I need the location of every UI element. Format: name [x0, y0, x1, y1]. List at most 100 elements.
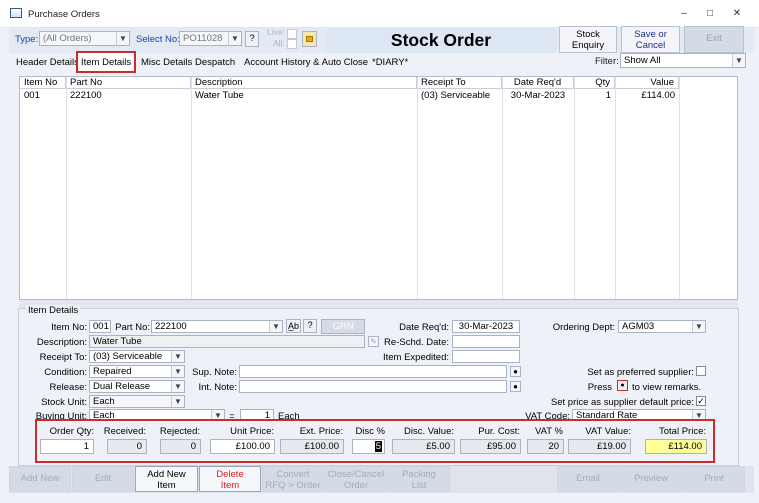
- packing-list-button[interactable]: Packing List: [388, 466, 450, 492]
- tab-item-details[interactable]: Item Details: [76, 51, 137, 73]
- sup-note-field[interactable]: [239, 365, 507, 378]
- tab-diary[interactable]: *DIARY*: [369, 54, 411, 72]
- tab-header-details[interactable]: Header Details: [13, 54, 82, 72]
- restore-icon[interactable]: □: [702, 7, 718, 21]
- ab-button[interactable]: A̲b: [286, 319, 301, 333]
- select-no-select[interactable]: PO11028 ▼: [179, 31, 242, 46]
- preview-button[interactable]: Preview: [620, 466, 682, 492]
- items-grid[interactable]: Item No Part No Description Receipt To D…: [19, 76, 738, 300]
- chevron-down-icon: ▼: [171, 351, 184, 362]
- reschd-date-field[interactable]: [452, 335, 520, 348]
- receipt-to-value: (03) Serviceable: [93, 351, 163, 362]
- stock-unit-select[interactable]: Each ▼: [89, 395, 185, 408]
- receipt-to-select[interactable]: (03) Serviceable ▼: [89, 350, 185, 363]
- pur-cost-label: Pur. Cost:: [478, 426, 520, 437]
- item-expedited-field[interactable]: [452, 350, 520, 363]
- unit-price-field[interactable]: £100.00: [210, 439, 275, 454]
- received-label: Received:: [103, 426, 146, 437]
- col-value[interactable]: Value: [615, 77, 679, 89]
- description-field[interactable]: Water Tube: [89, 335, 365, 348]
- filter-value: Show All: [624, 55, 661, 66]
- col-date-reqd[interactable]: Date Req'd: [502, 77, 574, 89]
- cell-description[interactable]: Water Tube: [191, 90, 417, 102]
- ext-price-label: Ext. Price:: [299, 426, 343, 437]
- item-no-field[interactable]: 001: [89, 320, 111, 333]
- convert-label-2: RFQ > Order: [265, 480, 321, 491]
- select-no-label: Select No:: [136, 34, 180, 45]
- disc-pct-field[interactable]: 5: [352, 439, 385, 454]
- date-reqd-field[interactable]: 30-Mar-2023: [452, 320, 520, 333]
- delete-item-button[interactable]: Delete Item: [199, 466, 261, 492]
- edit-button[interactable]: Edit: [72, 466, 134, 492]
- window-title: Purchase Orders: [28, 9, 100, 20]
- delete-item-label-1: Delete: [216, 469, 244, 480]
- pur-cost-field: £95.00: [460, 439, 521, 454]
- vat-pct-field: 20: [527, 439, 564, 454]
- filter-select[interactable]: Show All ▼: [620, 53, 746, 68]
- int-note-expand-icon[interactable]: ●: [510, 381, 521, 392]
- view-remarks-label: to view remarks.: [632, 382, 702, 393]
- save-or-cancel-button[interactable]: Save or Cancel: [621, 26, 680, 53]
- minimize-icon[interactable]: –: [676, 7, 692, 21]
- chevron-down-icon: ▼: [171, 366, 184, 377]
- tab-account-history[interactable]: Account History & Auto Close: [241, 54, 371, 72]
- exit-button[interactable]: Exit: [684, 26, 744, 53]
- col-description[interactable]: Description: [191, 77, 417, 89]
- add-new-item-button[interactable]: Add New Item: [135, 466, 198, 492]
- close-icon[interactable]: ✕: [729, 7, 745, 21]
- release-value: Dual Release: [93, 381, 151, 392]
- grid-divider: [502, 77, 503, 299]
- col-part-no[interactable]: Part No: [66, 77, 191, 89]
- col-qty[interactable]: Qty: [574, 77, 615, 89]
- grid-footer-bar: [19, 300, 738, 308]
- convert-rfq-button[interactable]: Convert RFQ > Order: [262, 466, 324, 492]
- grid-divider: [66, 77, 67, 299]
- col-item-no[interactable]: Item No: [20, 77, 66, 89]
- live-label: Live:: [267, 27, 285, 37]
- part-help-button[interactable]: ?: [303, 319, 317, 333]
- ordering-dept-select[interactable]: AGM03 ▼: [618, 320, 706, 333]
- preferred-supplier-checkbox[interactable]: [696, 366, 706, 376]
- chevron-down-icon: ▼: [171, 396, 184, 407]
- close-cancel-order-button[interactable]: Close/Cancel Order: [325, 466, 387, 492]
- cell-qty[interactable]: 1: [574, 90, 615, 102]
- cell-part-no[interactable]: 222100: [66, 90, 191, 102]
- print-button[interactable]: Print: [683, 466, 745, 492]
- email-button[interactable]: Email: [557, 466, 619, 492]
- sup-note-expand-icon[interactable]: ●: [510, 366, 521, 377]
- save-cancel-label-1: Save or: [634, 29, 667, 40]
- grn-button[interactable]: GRN: [321, 319, 365, 334]
- part-no-select[interactable]: 222100 ▼: [151, 320, 283, 333]
- total-price-label: Total Price:: [659, 426, 706, 437]
- int-note-field[interactable]: [239, 380, 507, 393]
- cell-value[interactable]: £114.00: [615, 90, 679, 102]
- order-qty-field[interactable]: 1: [40, 439, 94, 454]
- type-select[interactable]: (All Orders) ▼: [39, 31, 130, 46]
- page-title: Stock Order: [390, 30, 492, 50]
- tab-misc-details[interactable]: Misc Details: [138, 54, 195, 72]
- grid-divider: [679, 77, 680, 299]
- add-new-button[interactable]: Add New: [9, 466, 71, 492]
- receipt-to-label: Receipt To:: [39, 352, 87, 363]
- live-checkbox[interactable]: [287, 29, 297, 39]
- release-select[interactable]: Dual Release ▼: [89, 380, 185, 393]
- tab-despatch[interactable]: Despatch: [192, 54, 238, 72]
- edit-icon[interactable]: ✎: [368, 336, 379, 347]
- col-receipt-to[interactable]: Receipt To: [417, 77, 502, 89]
- remarks-button[interactable]: ●: [617, 380, 628, 391]
- item-no-label: Item No:: [51, 322, 87, 333]
- cell-date-reqd[interactable]: 30-Mar-2023: [502, 90, 574, 102]
- cell-item-no[interactable]: 001: [20, 90, 66, 102]
- stock-enquiry-label-1: Stock: [576, 29, 600, 40]
- int-note-label: Int. Note:: [198, 382, 237, 393]
- stock-enquiry-button[interactable]: Stock Enquiry: [559, 26, 617, 53]
- chevron-down-icon: ▼: [732, 54, 745, 67]
- default-price-checkbox[interactable]: ✓: [696, 396, 706, 406]
- add-item-label-2: Item: [157, 480, 176, 491]
- all-checkbox[interactable]: [287, 39, 297, 49]
- vat-value-label: VAT Value:: [585, 426, 631, 437]
- cell-receipt-to[interactable]: (03) Serviceable: [417, 90, 502, 102]
- help-button[interactable]: ?: [245, 31, 259, 47]
- notes-icon[interactable]: [302, 31, 317, 47]
- condition-select[interactable]: Repaired ▼: [89, 365, 185, 378]
